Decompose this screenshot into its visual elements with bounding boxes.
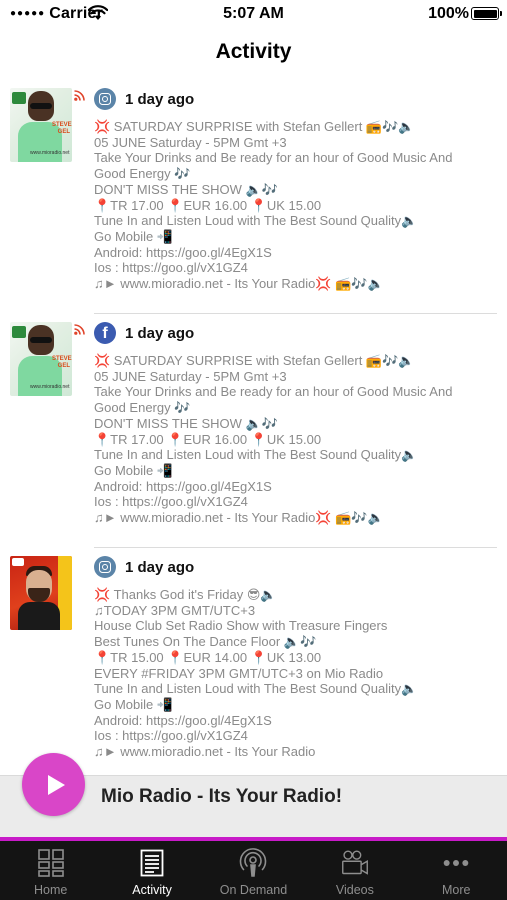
post-text: 💢 SATURDAY SURPRISE with Stefan Gellert … — [94, 353, 453, 526]
tab-bar: Home Activity On Demand Videos More — [0, 841, 507, 900]
activity-feed[interactable]: STEVE GEL www.mioradio.net 1 day ago 💢 SA… — [0, 80, 507, 775]
battery-icon — [471, 7, 502, 20]
facebook-icon: f — [94, 322, 116, 344]
podcast-icon — [239, 848, 267, 878]
post-thumbnail[interactable]: STEVE GEL www.mioradio.net — [10, 322, 72, 396]
home-grid-icon — [37, 848, 65, 878]
play-icon — [47, 774, 65, 795]
more-dots-icon — [442, 848, 470, 878]
player-title: Mio Radio - Its Your Radio! — [101, 786, 343, 807]
battery-percent: 100% — [428, 5, 469, 22]
post-time: 1 day ago — [125, 559, 195, 576]
instagram-icon — [94, 556, 116, 578]
activity-post[interactable]: 1 day ago 💢 Thanks God it's Friday 😎🔈 ♫T… — [0, 548, 507, 775]
post-text: 💢 SATURDAY SURPRISE with Stefan Gellert … — [94, 119, 453, 292]
play-button[interactable] — [22, 753, 85, 816]
rss-icon — [74, 90, 85, 101]
video-camera-icon — [341, 848, 369, 878]
tab-label: More — [442, 883, 471, 897]
post-time: 1 day ago — [125, 325, 195, 342]
post-thumbnail[interactable] — [10, 556, 72, 630]
page-title: Activity — [215, 40, 292, 63]
tab-label: Home — [34, 883, 68, 897]
tab-videos[interactable]: Videos — [304, 841, 405, 900]
post-time: 1 day ago — [125, 91, 195, 108]
status-bar: ●●●●● Carrier 5:07 AM 100% — [0, 0, 507, 28]
tab-more[interactable]: More — [406, 841, 507, 900]
tab-on-demand[interactable]: On Demand — [203, 841, 304, 900]
tab-activity[interactable]: Activity — [101, 841, 202, 900]
activity-post[interactable]: STEVE GEL www.mioradio.net 1 day ago 💢 SA… — [0, 80, 507, 314]
activity-list-icon — [138, 848, 166, 878]
post-text: 💢 Thanks God it's Friday 😎🔈 ♫TODAY 3PM G… — [94, 587, 418, 760]
post-thumbnail[interactable]: STEVE GEL www.mioradio.net — [10, 88, 72, 162]
tab-label: On Demand — [219, 883, 288, 897]
tab-home[interactable]: Home — [0, 841, 101, 900]
instagram-icon — [94, 88, 116, 110]
activity-post[interactable]: STEVE GEL www.mioradio.net f 1 day ago 💢 … — [0, 314, 507, 548]
tab-label: Videos — [335, 883, 374, 897]
rss-icon — [74, 324, 85, 335]
tab-label: Activity — [132, 883, 172, 897]
